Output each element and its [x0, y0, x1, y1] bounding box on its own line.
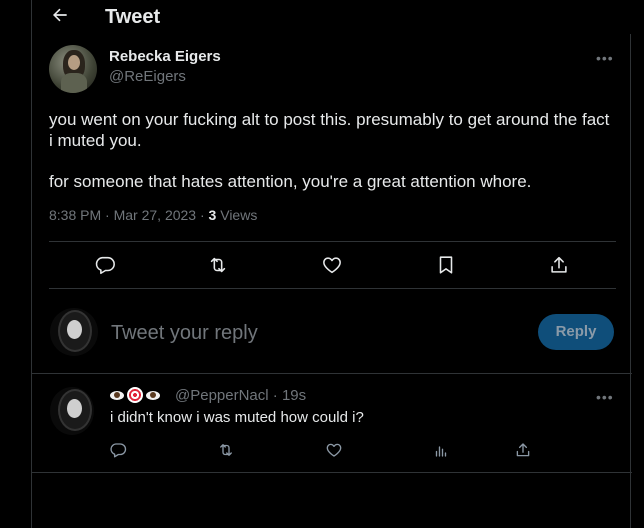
author-handle[interactable]: @ReEigers	[109, 68, 186, 86]
author-name[interactable]: Rebecka Eigers	[109, 48, 221, 66]
tweet-text: you went on your fucking alt to post thi…	[49, 109, 614, 212]
divider	[49, 241, 616, 242]
divider	[32, 373, 632, 374]
reply-author-avatar[interactable]	[50, 387, 94, 435]
tweet-meta: 8:38 PM · Mar 27, 2023 · 3 Views	[49, 207, 258, 223]
reply-input[interactable]: Tweet your reply	[111, 321, 258, 345]
reply-button[interactable]: Reply	[538, 314, 614, 350]
retweet-icon[interactable]	[207, 254, 229, 276]
eye-emoji-icon	[146, 390, 160, 400]
reply-handle[interactable]: @PepperNacl	[175, 387, 269, 404]
my-avatar[interactable]	[50, 308, 98, 356]
divider	[49, 288, 616, 289]
reply-bubble-icon[interactable]	[94, 254, 116, 276]
views-count: 3	[208, 207, 217, 223]
top-bar: Tweet	[32, 0, 632, 34]
heart-icon[interactable]	[321, 254, 343, 276]
display-name-emojis[interactable]	[110, 386, 160, 404]
eye-emoji-icon	[110, 390, 124, 400]
page-title: Tweet	[105, 6, 161, 28]
reply-age[interactable]: 19s	[282, 387, 306, 404]
more-dots-icon[interactable]: •••	[596, 390, 614, 404]
tweet-time[interactable]: 8:38 PM	[49, 207, 101, 223]
bookmark-icon[interactable]	[435, 254, 457, 276]
share-icon[interactable]	[514, 441, 532, 459]
reply-text: i didn't know i was muted how could i?	[110, 409, 364, 426]
analytics-icon[interactable]	[432, 441, 450, 459]
reply-handle-line[interactable]: @PepperNacl · 19s	[175, 387, 306, 405]
tweet-paragraph: for someone that hates attention, you're…	[49, 172, 532, 191]
reply-bubble-icon[interactable]	[109, 441, 127, 459]
tweet-date[interactable]: Mar 27, 2023	[114, 207, 197, 223]
back-arrow-icon[interactable]	[50, 5, 70, 27]
timeline-column: Tweet Rebecka Eigers @ReEigers ••• you w…	[31, 0, 632, 528]
more-dots-icon[interactable]: •••	[596, 51, 614, 65]
tweet-paragraph: you went on your fucking alt to post thi…	[49, 110, 610, 150]
heart-icon[interactable]	[325, 441, 343, 459]
divider	[32, 472, 632, 473]
target-emoji-icon	[127, 387, 143, 403]
retweet-icon[interactable]	[217, 441, 235, 459]
views-label: Views	[220, 207, 258, 223]
share-icon[interactable]	[548, 254, 570, 276]
author-avatar[interactable]	[49, 45, 97, 93]
